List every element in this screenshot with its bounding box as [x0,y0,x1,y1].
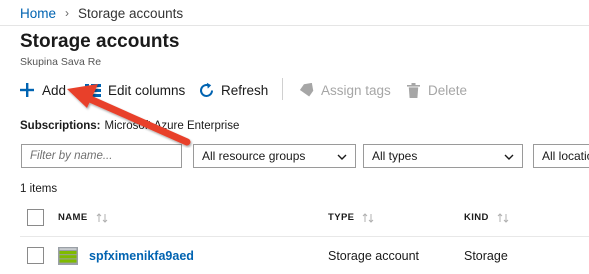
delete-label: Delete [428,82,468,98]
header-divider [0,25,589,26]
sort-icon [96,212,108,223]
assign-tags-label: Assign tags [321,82,391,98]
subscriptions-value: Microsoft Azure Enterprise [104,120,240,132]
subscriptions-line: Subscriptions: Microsoft Azure Enterprise [20,120,239,132]
table-header: NAME TYPE KIND [0,204,589,232]
breadcrumb-current: Storage accounts [78,5,184,21]
refresh-label: Refresh [221,82,269,98]
types-value: All types [372,149,418,163]
assign-tags-button[interactable]: Assign tags [297,80,391,100]
refresh-icon [197,81,215,99]
column-header-type[interactable]: TYPE [328,212,374,223]
tag-icon [297,81,315,99]
sort-icon [362,212,374,223]
locations-value: All locations [542,149,589,163]
chevron-down-icon [504,151,514,165]
refresh-button[interactable]: Refresh [197,80,268,100]
columns-icon [84,81,102,99]
page-subtitle: Skupina Sava Re [20,56,102,68]
column-kind-label: KIND [464,212,489,223]
row-type: Storage account [328,249,420,263]
types-dropdown[interactable]: All types [363,144,523,168]
resource-groups-value: All resource groups [202,149,306,163]
chevron-down-icon [337,151,347,165]
locations-dropdown[interactable]: All locations [533,144,589,168]
items-count: 1 items [20,183,58,195]
toolbar-divider [282,78,283,100]
row-kind: Storage [464,249,508,263]
column-header-name[interactable]: NAME [58,212,108,223]
column-type-label: TYPE [328,212,355,223]
delete-button[interactable]: Delete [404,80,467,100]
command-bar: Add Edit columns Refresh Assign tags Del… [0,74,589,104]
storage-account-icon [58,247,78,265]
table-row[interactable]: spfximenikfa9aed Storage account Storage [0,241,589,271]
chevron-right-icon: › [65,6,70,20]
add-button[interactable]: Add [18,80,66,100]
row-checkbox[interactable] [27,247,44,264]
edit-columns-button[interactable]: Edit columns [84,80,185,100]
filter-by-name-input[interactable] [21,144,182,168]
breadcrumb: Home › Storage accounts [20,5,183,21]
sort-icon [497,212,509,223]
column-header-kind[interactable]: KIND [464,212,509,223]
resource-groups-dropdown[interactable]: All resource groups [193,144,356,168]
trash-icon [404,81,422,99]
subscriptions-label: Subscriptions: [20,120,101,132]
add-button-label: Add [42,82,67,98]
page-title: Storage accounts [20,31,180,52]
edit-columns-label: Edit columns [108,82,186,98]
breadcrumb-home-link[interactable]: Home [20,6,56,21]
row-divider [20,236,589,237]
column-name-label: NAME [58,212,88,223]
plus-icon [18,81,36,99]
select-all-checkbox[interactable] [27,209,44,226]
storage-account-name-link[interactable]: spfximenikfa9aed [89,249,194,263]
